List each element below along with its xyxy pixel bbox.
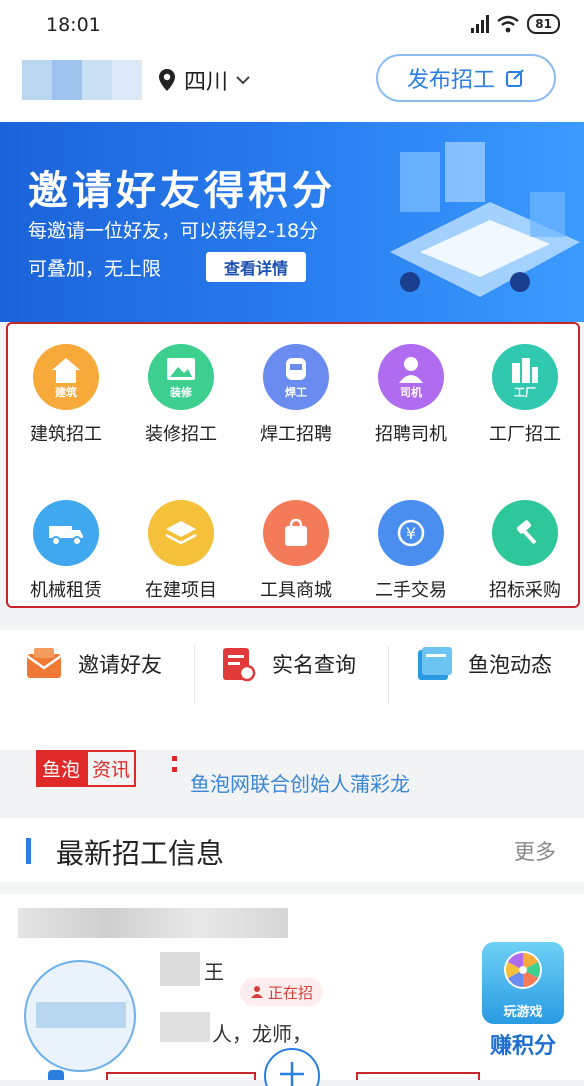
blurred-avatar-text [36,1002,126,1028]
highlight-box [356,1072,480,1080]
category-label: 机械租赁 [30,580,102,601]
status-time: 18:01 [46,14,101,36]
news-brand-logo: 鱼泡 资讯 [36,750,137,787]
section-title: 最新招工信息 [56,837,225,870]
blurred-job-title [18,908,288,938]
latest-jobs-header: 最新招工信息 更多 [0,818,584,882]
news-brand-part2: 资讯 [86,750,137,787]
quick-link-invite[interactable]: 邀请好友 [24,644,162,684]
location-pin-icon [159,69,175,91]
category-label: 二手交易 [375,580,447,601]
quick-link-label: 鱼泡动态 [468,653,552,677]
category-tag: 工厂 [514,386,536,399]
category-label: 在建项目 [145,580,217,601]
banner-details-button[interactable]: 查看详情 [206,252,306,282]
blurred-name [160,952,200,986]
layers-icon [148,500,214,566]
earn-points-label: 赚积分 [489,1034,556,1059]
category-secondhand[interactable]: ¥ 二手交易 [356,500,466,602]
category-bidding[interactable]: 招标采购 [470,500,580,602]
divider [388,646,389,704]
news-separator-icon [172,756,178,780]
location-label: 四川 [184,70,229,95]
status-icons: 81 [471,14,560,34]
bottom-nav-edge [0,1068,584,1080]
category-tag: 司机 [400,386,422,399]
quick-link-id-check[interactable]: 实名查询 [218,644,356,684]
welder-mask-icon: 焊工 [263,344,329,410]
person-icon [251,986,263,998]
category-label: 焊工招聘 [260,424,332,445]
news-card-icon [418,647,452,680]
category-label: 工具商城 [260,580,332,601]
battery-indicator: 81 [527,14,560,34]
category-label: 装修招工 [145,424,217,445]
blurred-desc [160,1012,210,1042]
status-badge-label: 正在招 [268,983,314,1002]
signal-icon [471,15,490,33]
banner-title: 邀请好友得积分 [28,168,336,214]
gavel-icon [492,500,558,566]
category-tools-mall[interactable]: 工具商城 [241,500,351,602]
svg-text:¥: ¥ [406,524,416,543]
yen-exchange-icon: ¥ [378,500,444,566]
game-tile-label: 玩游戏 [503,1005,543,1020]
factory-icon: 工厂 [492,344,558,410]
status-badge: 正在招 [240,978,324,1006]
section-accent-bar [26,838,31,864]
highlight-box [106,1072,256,1080]
home-icon[interactable] [48,1070,64,1080]
banner-subtitle-2: 可叠加，无上限 [28,258,162,280]
category-tag: 建筑 [55,386,77,399]
game-tile: 玩游戏 [482,942,564,1024]
quick-link-news[interactable]: 鱼泡动态 [414,644,552,684]
shopping-bag-icon [263,500,329,566]
pinwheel-icon [504,951,542,989]
wifi-icon [497,15,520,33]
chevron-down-icon [236,76,250,85]
post-job-button[interactable]: 发布招工 [376,54,556,102]
category-label: 建筑招工 [30,424,102,445]
location-selector[interactable]: 四川 [158,64,250,96]
category-welder[interactable]: 焊工 焊工招聘 [241,344,351,446]
category-label: 工厂招工 [489,424,561,445]
status-bar: 18:01 81 [0,0,584,50]
office-illustration [390,142,580,297]
driver-icon: 司机 [378,344,444,410]
category-machinery[interactable]: 机械租赁 [11,500,121,602]
add-circle-icon[interactable] [262,1046,322,1086]
publisher-name: 王 [204,960,224,984]
id-check-icon [223,648,256,682]
top-header: 四川 发布招工 [0,50,584,122]
picture-icon: 装修 [148,344,214,410]
category-tag: 装修 [170,386,192,399]
category-decoration[interactable]: 装修 装修招工 [126,344,236,446]
quick-link-label: 实名查询 [272,653,356,677]
category-construction[interactable]: 建筑 建筑招工 [11,344,121,446]
more-link[interactable]: 更多 [514,836,556,866]
news-headline[interactable]: 鱼泡网联合创始人蒲彩龙 [190,768,410,797]
house-icon: 建筑 [33,344,99,410]
quick-links-panel: 邀请好友 实名查询 鱼泡动态 鱼泡 资讯 鱼泡网联合创始人蒲彩龙 [0,630,584,796]
category-projects[interactable]: 在建项目 [126,500,236,602]
post-job-label: 发布招工 [406,68,495,93]
news-brand-part1: 鱼泡 [36,750,87,787]
category-grid: 建筑 建筑招工 装修 装修招工 焊工 焊工招聘 司机 招聘司机 工厂 工厂招工 [6,322,580,608]
edit-icon [506,69,524,87]
category-factory[interactable]: 工厂 工厂招工 [470,344,580,446]
invite-envelope-icon [26,648,62,678]
quick-link-label: 邀请好友 [78,653,162,677]
category-label: 招聘司机 [375,424,447,445]
blurred-logo [22,60,142,100]
category-tag: 焊工 [285,386,307,399]
banner-subtitle: 每邀请一位好友，可以获得2-18分 [28,220,319,242]
divider [194,646,195,704]
category-label: 招标采购 [489,580,561,601]
invite-banner[interactable]: 邀请好友得积分 每邀请一位好友，可以获得2-18分 可叠加，无上限 查看详情 [0,122,584,322]
play-game-widget[interactable]: 玩游戏 赚积分 [482,942,564,1060]
job-description: 人，龙师， [212,1022,312,1046]
truck-icon [33,500,99,566]
category-driver[interactable]: 司机 招聘司机 [356,344,466,446]
